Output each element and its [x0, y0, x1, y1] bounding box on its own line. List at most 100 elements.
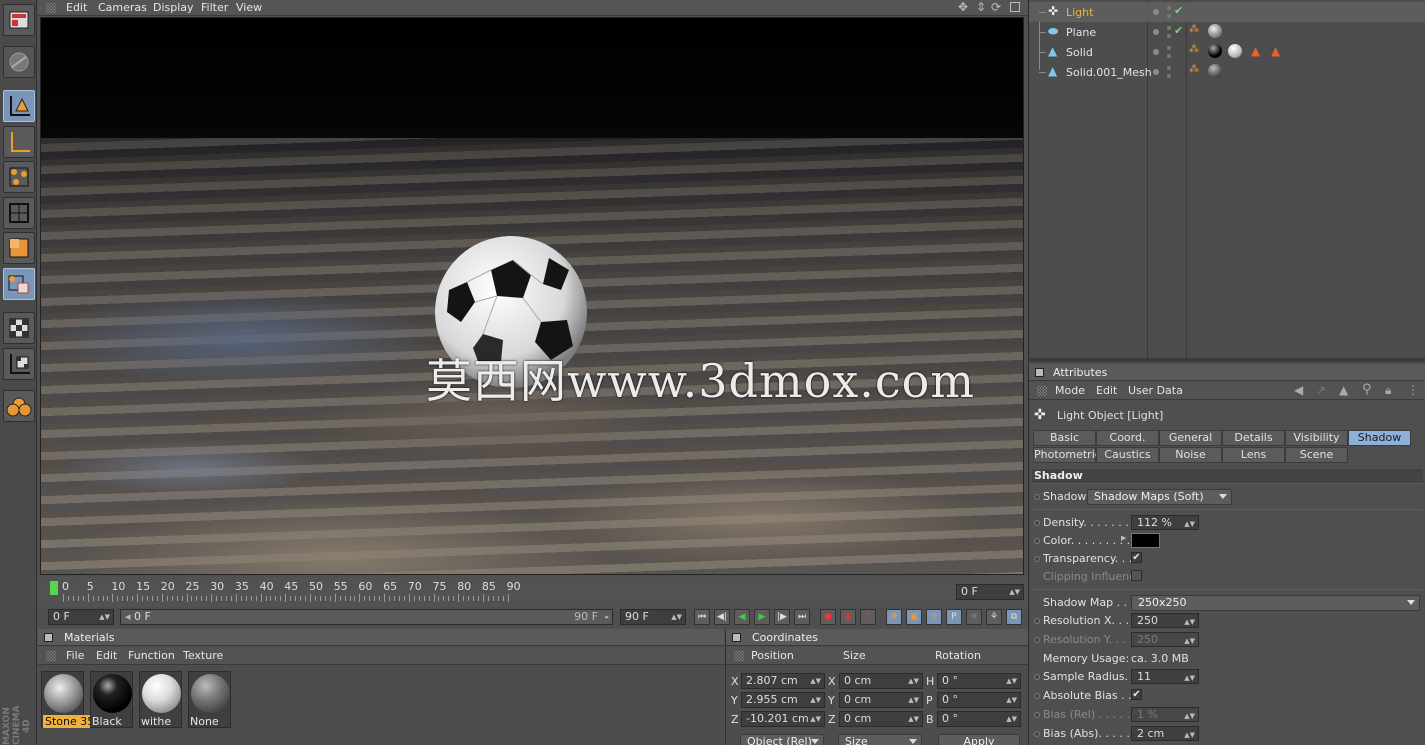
edges-mode-icon[interactable] — [3, 197, 35, 229]
black-material-tag[interactable] — [1208, 44, 1222, 58]
menu-display[interactable]: Display — [153, 1, 194, 14]
tab-details[interactable]: Details — [1222, 430, 1285, 446]
object-row[interactable]: ⬬ Plane ✔ — [1029, 22, 1425, 42]
autokey-icon[interactable]: ◉ — [840, 609, 856, 625]
white-material-tag[interactable] — [1228, 44, 1242, 58]
resolution-x-field[interactable]: 250 ▲▼ — [1131, 613, 1199, 628]
tab-visibility[interactable]: Visibility — [1285, 430, 1348, 446]
points-mode-icon[interactable] — [3, 161, 35, 193]
end-frame-field[interactable]: 90 F ▲▼ — [620, 609, 686, 625]
resolution-y-field[interactable]: 250 ▲▼ — [1131, 632, 1199, 647]
menu-edit[interactable]: Edit — [66, 1, 87, 14]
goto-start-icon[interactable]: ⏮ — [694, 609, 710, 625]
rotation-field[interactable]: 0 ° ▲▼ — [937, 673, 1021, 689]
position-field[interactable]: 2.955 cm ▲▼ — [741, 692, 825, 708]
key-pla-icon[interactable]: ⁘ — [966, 609, 982, 625]
new-panel-icon[interactable]: ⋮ — [1407, 383, 1419, 397]
coord-apply-button[interactable]: Apply — [938, 734, 1020, 745]
tab-coord[interactable]: Coord. — [1096, 430, 1159, 446]
material-withe[interactable]: withe — [139, 671, 182, 728]
search-icon[interactable]: ⚲ — [1362, 382, 1372, 397]
editor-visibility-dot[interactable] — [1153, 29, 1159, 35]
texture-mode-icon[interactable] — [3, 312, 35, 344]
tab-basic[interactable]: Basic — [1033, 430, 1096, 446]
coord-mode-dropdown[interactable]: Object (Rel) — [740, 734, 824, 745]
phong-tag-icon[interactable]: ⁂ — [1189, 24, 1199, 35]
play-backward-icon[interactable]: ◀ — [734, 609, 750, 625]
tab-general[interactable]: General — [1159, 430, 1222, 446]
splitter[interactable] — [1030, 358, 1425, 362]
pan-icon[interactable]: ✥ — [958, 0, 968, 14]
object-name[interactable]: Light — [1066, 6, 1093, 19]
keyframe-help-icon[interactable]: ? — [860, 609, 876, 625]
current-frame-field[interactable]: 0 F ▲▼ — [956, 584, 1024, 600]
polygons-mode-icon[interactable] — [3, 232, 35, 264]
layout-icon[interactable] — [3, 4, 35, 36]
materials-menu-file[interactable]: File — [66, 649, 84, 662]
phong-tag-icon[interactable]: ⁂ — [1189, 44, 1199, 55]
tab-scene[interactable]: Scene — [1285, 447, 1348, 463]
size-field[interactable]: 0 cm ▲▼ — [839, 711, 923, 727]
tab-caustics[interactable]: Caustics — [1096, 447, 1159, 463]
goto-end-icon[interactable]: ⏭ — [794, 609, 810, 625]
tab-noise[interactable]: Noise — [1159, 447, 1222, 463]
prev-frame-icon[interactable]: ◀| — [714, 609, 730, 625]
material-none[interactable]: None — [188, 671, 231, 728]
object-name[interactable]: Solid.001_Mesh — [1066, 66, 1152, 79]
shadow-map-dropdown[interactable]: 250x250 — [1131, 595, 1420, 611]
material-stone[interactable]: Stone 35 — [41, 671, 97, 728]
play-forward-icon[interactable]: ▶ — [754, 609, 770, 625]
material-black[interactable]: Black — [90, 671, 133, 728]
object-name[interactable]: Solid — [1066, 46, 1093, 59]
sample-radius-field[interactable]: 11 ▲▼ — [1131, 669, 1199, 684]
size-field[interactable]: 0 cm ▲▼ — [839, 673, 923, 689]
position-field[interactable]: -10.201 cm ▲▼ — [741, 711, 825, 727]
menu-filter[interactable]: Filter — [201, 1, 228, 14]
render-visibility-dot[interactable] — [1167, 66, 1171, 70]
enabled-check-icon[interactable]: ✔ — [1174, 24, 1183, 37]
transparency-checkbox[interactable]: ✔ — [1131, 552, 1142, 563]
tab-photometric[interactable]: Photometric — [1033, 447, 1101, 463]
clipping-influence-checkbox[interactable] — [1131, 570, 1142, 581]
frame-range-slider[interactable]: ◂ 0 F 90 F ▸ — [120, 609, 613, 625]
object-name[interactable]: Plane — [1066, 26, 1096, 39]
editor-visibility-dot[interactable] — [1153, 49, 1159, 55]
object-row[interactable]: ▲ Solid — [1029, 42, 1425, 62]
zoom-icon[interactable]: ⇕ — [976, 0, 986, 14]
back-arrow-icon[interactable]: ◀ — [1294, 383, 1303, 397]
shadow-type-dropdown[interactable]: Shadow Maps (Soft) — [1087, 489, 1232, 505]
shadow-color-swatch[interactable] — [1131, 533, 1160, 548]
density-field[interactable]: 112 % ▲▼ — [1131, 515, 1199, 530]
stone-material-tag[interactable] — [1208, 24, 1222, 38]
timeline-options-icon[interactable]: ⧉ — [1006, 609, 1022, 625]
enabled-check-icon[interactable]: ✔ — [1174, 4, 1183, 17]
object-row[interactable]: ▲ Solid.001_Mesh — [1029, 62, 1425, 82]
forward-arrow-icon[interactable]: ↗ — [1316, 383, 1326, 397]
solo-mode-icon[interactable] — [3, 390, 35, 422]
axis-tool-icon[interactable] — [3, 126, 35, 158]
bias-abs-field[interactable]: 2 cm ▲▼ — [1131, 726, 1199, 741]
start-frame-field[interactable]: 0 F ▲▼ — [48, 609, 114, 625]
materials-menu-edit[interactable]: Edit — [96, 649, 117, 662]
attr-menu-userdata[interactable]: User Data — [1128, 384, 1183, 397]
render-visibility-dot[interactable] — [1167, 46, 1171, 50]
next-frame-icon[interactable]: |▶ — [774, 609, 790, 625]
menu-cameras[interactable]: Cameras — [98, 1, 147, 14]
object-row[interactable]: ✜ Light ✔ — [1029, 2, 1425, 22]
rotation-field[interactable]: 0 ° ▲▼ — [937, 711, 1021, 727]
key-position-icon[interactable]: ✥ — [886, 609, 902, 625]
rotate-icon[interactable]: ⟳ — [991, 0, 1001, 14]
move-tool-icon[interactable] — [3, 90, 35, 122]
materials-menu-function[interactable]: Function — [128, 649, 175, 662]
up-arrow-icon[interactable]: ▲ — [1339, 383, 1348, 397]
tab-shadow[interactable]: Shadow — [1348, 430, 1411, 446]
rotation-field[interactable]: 0 ° ▲▼ — [937, 692, 1021, 708]
tab-lens[interactable]: Lens — [1222, 447, 1285, 463]
position-field[interactable]: 2.807 cm ▲▼ — [741, 673, 825, 689]
attr-menu-mode[interactable]: Mode — [1055, 384, 1085, 397]
maximize-icon[interactable] — [1010, 2, 1020, 12]
lock-icon[interactable]: 🔒︎ — [1385, 383, 1391, 398]
materials-menu-texture[interactable]: Texture — [183, 649, 223, 662]
bias-rel-field[interactable]: 1 % ▲▼ — [1131, 707, 1199, 722]
render-viewport[interactable]: 莫西网www.3dmox.com — [40, 17, 1024, 575]
